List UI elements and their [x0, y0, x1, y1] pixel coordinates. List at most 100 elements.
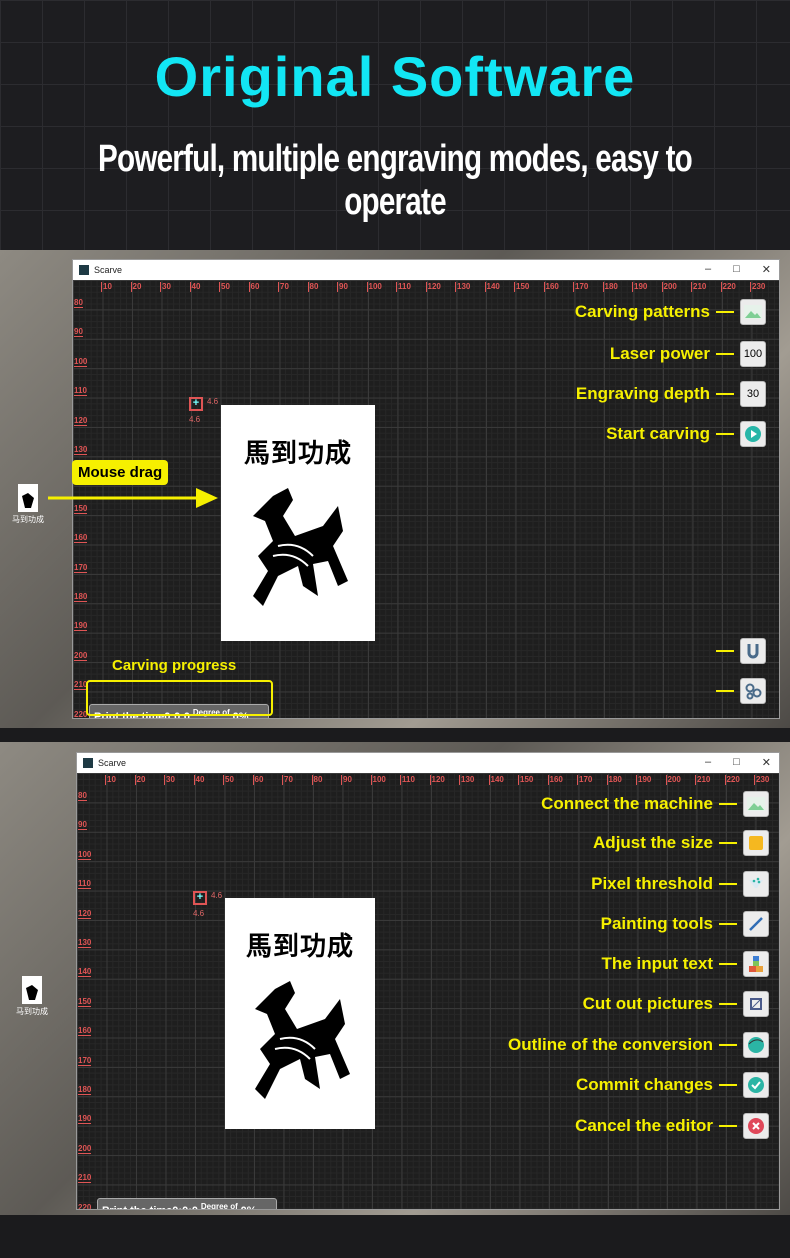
- ruler-x-tick: 230: [754, 775, 770, 785]
- tool-label: Commit changes: [576, 1075, 713, 1094]
- outline-of-the-conversion-button[interactable]: [743, 1032, 769, 1058]
- ruler-x-tick: 170: [573, 282, 589, 292]
- tool-label: Cut out pictures: [582, 994, 713, 1013]
- magnet-button[interactable]: [740, 638, 766, 664]
- maximize-button[interactable]: □: [733, 263, 740, 276]
- tool-row: Cut out pictures: [583, 991, 769, 1017]
- ruler-x-tick: 210: [695, 775, 711, 785]
- close-button[interactable]: ✕: [762, 263, 771, 276]
- value-icon: 100: [743, 348, 763, 360]
- engraving-depth-button[interactable]: 30: [740, 381, 766, 407]
- tool-label: Carving patterns: [574, 302, 710, 321]
- ruler-y-tick: 120: [78, 908, 92, 919]
- ruler-x-tick: 70: [278, 282, 289, 292]
- callout-line: [719, 923, 737, 925]
- position-marker[interactable]: +: [193, 891, 207, 905]
- ruler-x-tick: 90: [341, 775, 352, 785]
- adjust-the-size-button[interactable]: [743, 830, 769, 856]
- commit-changes-button[interactable]: [743, 1072, 769, 1098]
- ruler-x-tick: 120: [429, 775, 445, 785]
- magnet-icon: [746, 642, 760, 660]
- mouse-drag-callout: Mouse drag: [72, 460, 169, 485]
- blocks-icon: [748, 955, 764, 973]
- ruler-y-tick: 100: [74, 356, 88, 367]
- outline-icon: [747, 1036, 765, 1054]
- tool-label: Outline of the conversion: [508, 1035, 713, 1054]
- ruler-x-tick: 190: [632, 282, 648, 292]
- tool-row: Laser power 100: [610, 341, 766, 367]
- print-time-label: Print the time: [102, 1205, 172, 1209]
- ruler-x-tick: 140: [484, 282, 500, 292]
- ruler-y-tick: 150: [78, 996, 92, 1007]
- ruler-x-tick: 110: [400, 775, 415, 785]
- the-input-text-button[interactable]: [743, 951, 769, 977]
- ruler-x-tick: 120: [425, 282, 441, 292]
- settings-button[interactable]: [740, 678, 766, 704]
- minimize-button[interactable]: –: [705, 756, 711, 769]
- callout-line: [719, 1003, 737, 1005]
- callout-line: [719, 883, 737, 885]
- desktop-file-icon[interactable]: 马到功成: [12, 976, 52, 1017]
- ruler-x-tick: 80: [311, 775, 323, 785]
- ruler-x-tick: 100: [366, 282, 382, 292]
- connect-the-machine-button[interactable]: [743, 791, 769, 817]
- funnel-icon: [748, 876, 764, 892]
- ruler-y-tick: 210: [78, 1173, 92, 1184]
- marker-width: 4.6: [193, 909, 205, 918]
- marker-width: 4.6: [189, 415, 201, 424]
- ruler-y-tick: 130: [78, 938, 92, 948]
- ruler-x-tick: 200: [665, 775, 681, 785]
- ruler-y-tick: 90: [78, 820, 87, 831]
- ruler-x-tick: 210: [691, 282, 707, 292]
- tool-row: [710, 638, 766, 664]
- tool-row: Pixel threshold: [591, 871, 769, 897]
- desktop-file-thumbnail: [22, 976, 42, 1004]
- callout-line: [716, 433, 734, 435]
- ruler-x-tick: 10: [105, 775, 116, 785]
- ruler-x-tick: 170: [577, 775, 593, 785]
- ruler-x-tick: 40: [193, 775, 205, 785]
- callout-line: [716, 393, 734, 395]
- artwork-image[interactable]: 馬到功成: [225, 898, 375, 1129]
- artwork-image[interactable]: 馬到功成: [221, 405, 375, 641]
- tool-label: Engraving depth: [575, 384, 710, 403]
- laser-power-button[interactable]: 100: [740, 341, 766, 367]
- tool-row: Adjust the size: [593, 830, 769, 856]
- ruler-x-tick: 90: [337, 282, 348, 292]
- painting-tools-button[interactable]: [743, 911, 769, 937]
- position-marker[interactable]: +: [189, 397, 203, 411]
- ruler-x-tick: 150: [514, 282, 530, 292]
- tool-label: Start carving: [606, 424, 710, 443]
- ruler-x-tick: 60: [248, 282, 260, 292]
- ruler-x-tick: 60: [252, 775, 264, 785]
- degree-label-1: Degree of: [200, 1202, 238, 1209]
- desktop-file-icon[interactable]: 马到功成: [8, 484, 48, 525]
- ruler-x-tick: 180: [606, 775, 622, 785]
- maximize-button[interactable]: □: [733, 756, 740, 769]
- ruler-x-tick: 160: [543, 282, 559, 292]
- pixel-threshold-button[interactable]: [743, 871, 769, 897]
- settings-icon: [744, 682, 762, 700]
- cancel-the-editor-button[interactable]: [743, 1113, 769, 1139]
- callout-line: [716, 650, 734, 652]
- carving-patterns-button[interactable]: [740, 299, 766, 325]
- start-carving-button[interactable]: [740, 421, 766, 447]
- pen-icon: [748, 916, 764, 932]
- ruler-x-tick: 130: [455, 282, 471, 292]
- banner: Original Software Powerful, multiple eng…: [0, 0, 790, 250]
- ruler-x-tick: 230: [750, 282, 766, 292]
- minimize-button[interactable]: –: [705, 263, 711, 276]
- ruler-x-tick: 50: [219, 282, 230, 292]
- resize-icon: [748, 835, 764, 851]
- tool-row: Painting tools: [601, 911, 769, 937]
- ruler-y-tick: 110: [74, 386, 87, 397]
- close-button[interactable]: ✕: [762, 756, 771, 769]
- ruler-y-tick: 80: [78, 791, 87, 801]
- horse-image: [221, 486, 375, 621]
- ruler-y-tick: 90: [74, 327, 83, 338]
- ruler-x-tick: 30: [160, 282, 171, 292]
- window-title: Scarve: [98, 758, 127, 768]
- ruler-x-tick: 30: [164, 775, 175, 785]
- cut-out-pictures-button[interactable]: [743, 991, 769, 1017]
- ruler-y-tick: 160: [78, 1026, 92, 1037]
